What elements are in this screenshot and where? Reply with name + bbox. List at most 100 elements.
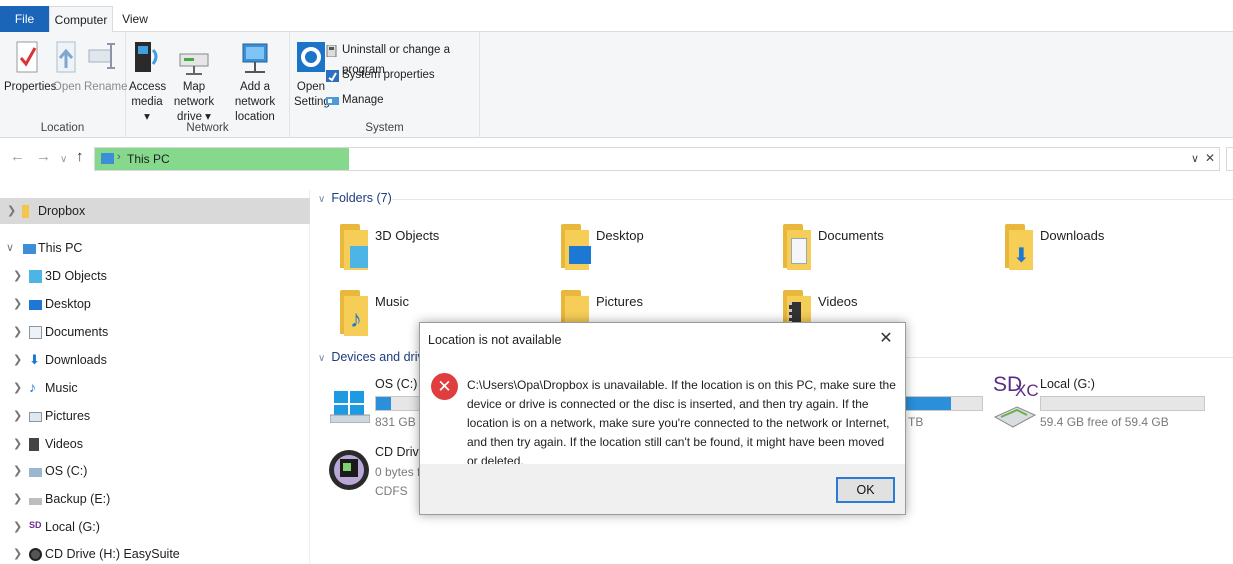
map-network-drive-button[interactable]: Map network drive ▾ (165, 38, 223, 125)
cube-icon (29, 270, 42, 283)
chevron-right-icon[interactable]: ❯ (7, 198, 16, 224)
search-box[interactable] (1226, 147, 1233, 171)
sidebar-item-backup-e[interactable]: ❯ Backup (E:) (0, 486, 310, 512)
backup-free-text: TB (908, 415, 924, 429)
dialog-footer: OK (420, 464, 905, 514)
recent-chevron-icon[interactable]: ∨ (60, 152, 67, 168)
manage-button[interactable]: Manage (326, 90, 384, 110)
manage-icon (326, 94, 339, 106)
chevron-down-icon[interactable]: ∨ (6, 235, 14, 261)
address-dropdown-icon[interactable]: ∨ (1191, 152, 1199, 165)
sdcard-icon: SD (29, 520, 42, 530)
add-network-location-button[interactable]: Add a network location (223, 38, 287, 125)
access-media-button[interactable]: Access media ▾ (129, 38, 166, 125)
folder-icon (779, 222, 815, 270)
sidebar-item-pictures[interactable]: ❯ Pictures (0, 403, 310, 429)
folder-desktop[interactable]: Desktop (557, 222, 767, 278)
open-settings-button[interactable]: Open Settings (294, 38, 336, 110)
address-clear-icon[interactable]: ✕ (1205, 151, 1215, 165)
folder-3d-objects[interactable]: 3D Objects (336, 222, 546, 278)
chevron-down-icon: ∨ (318, 194, 326, 205)
open-button[interactable]: Open (52, 38, 82, 95)
breadcrumb-chevron-icon[interactable]: › (117, 151, 121, 163)
chevron-right-icon[interactable]: ❯ (13, 541, 22, 564)
folder-icon (336, 222, 372, 270)
cd-drive-icon (329, 450, 369, 490)
pc-icon (101, 153, 114, 164)
forward-arrow-icon[interactable]: → (36, 149, 51, 165)
chevron-right-icon[interactable]: ❯ (13, 319, 22, 345)
sidebar-item-this-pc[interactable]: ∨ This PC (0, 235, 310, 261)
group-label-system: System (365, 122, 404, 134)
group-label-network: Network (186, 122, 229, 134)
chevron-right-icon[interactable]: ❯ (13, 514, 22, 540)
media-icon (129, 38, 165, 78)
sidebar-item-videos[interactable]: ❯ Videos (0, 431, 310, 457)
chevron-right-icon[interactable]: ❯ (13, 486, 22, 512)
error-dialog: Location is not available ✕ ✕ C:\Users\O… (419, 322, 906, 515)
ok-button[interactable]: OK (836, 477, 895, 503)
drive-icon (29, 468, 42, 477)
system-properties-button[interactable]: System properties (326, 65, 435, 85)
tab-view[interactable]: View (113, 6, 157, 32)
tab-file[interactable]: File (0, 6, 49, 32)
document-icon (29, 326, 42, 339)
open-icon (52, 38, 82, 78)
folder-documents[interactable]: Documents (779, 222, 989, 278)
properties-button[interactable]: Properties (4, 38, 56, 95)
network-location-icon (237, 38, 273, 78)
folder-downloads[interactable]: ⬇ Downloads (1001, 222, 1211, 278)
group-location: Properties Open Rename Location (0, 32, 127, 138)
chevron-right-icon[interactable]: ❯ (13, 263, 22, 289)
storage-bar-fill (906, 397, 951, 410)
folders-section-header[interactable]: ∨ Folders (7) (318, 191, 392, 205)
cd-icon (29, 548, 42, 561)
dialog-title: Location is not available (428, 333, 562, 347)
chevron-right-icon[interactable]: ❯ (13, 431, 22, 457)
sidebar-item-downloads[interactable]: ❯ ⬇ Downloads (0, 347, 310, 373)
storage-bar-backup-e (906, 396, 983, 411)
group-label-location: Location (40, 122, 85, 134)
storage-bar (375, 396, 419, 411)
chevron-right-icon[interactable]: ❯ (13, 347, 22, 373)
uninstall-program-button[interactable]: Uninstall or change a program (326, 40, 479, 76)
group-network: Access media ▾ Map network drive ▾ Add a… (126, 32, 290, 138)
dialog-message: C:\Users\Opa\Dropbox is unavailable. If … (467, 378, 896, 468)
desktop-icon (29, 300, 42, 310)
tab-computer[interactable]: Computer (49, 6, 113, 33)
up-arrow-icon[interactable]: ↑ (76, 149, 84, 165)
system-properties-icon (326, 69, 339, 82)
sidebar-item-cd-drive-h[interactable]: ❯ CD Drive (H:) EasySuite (0, 541, 310, 564)
chevron-right-icon[interactable]: ❯ (13, 291, 22, 317)
chevron-right-icon[interactable]: ❯ (13, 403, 22, 429)
rename-button[interactable]: Rename (84, 38, 127, 95)
folder-icon: ♪ (336, 288, 372, 336)
error-icon: ✕ (431, 373, 458, 400)
drive-icon (29, 498, 42, 505)
close-icon[interactable]: ✕ (875, 329, 897, 349)
chevron-right-icon[interactable]: ❯ (13, 375, 22, 401)
address-path[interactable]: This PC (127, 152, 170, 166)
sidebar-item-desktop[interactable]: ❯ Desktop (0, 291, 310, 317)
ribbon: Properties Open Rename Location Access m… (0, 32, 1233, 138)
sidebar-item-dropbox[interactable]: ❯ Dropbox (0, 198, 310, 224)
storage-bar (1040, 396, 1205, 411)
rename-icon (85, 38, 121, 78)
drive-local-g[interactable]: SD XC Local (G:) 59.4 GB free of 59.4 GB (993, 373, 1233, 437)
back-arrow-icon[interactable]: ← (10, 149, 25, 165)
sidebar-item-music[interactable]: ❯ ♪ Music (0, 375, 310, 401)
sidebar-item-documents[interactable]: ❯ Documents (0, 319, 310, 345)
section-divider (392, 199, 1233, 200)
sidebar-item-local-g[interactable]: ❯ SD Local (G:) (0, 514, 310, 540)
address-bar[interactable]: › This PC ∨ ✕ (94, 147, 1220, 171)
uninstall-icon (326, 44, 339, 58)
chevron-right-icon[interactable]: ❯ (13, 458, 22, 484)
sidebar-item-3d-objects[interactable]: ❯ 3D Objects (0, 263, 310, 289)
pc-icon (23, 244, 36, 254)
storage-bar-fill (376, 397, 391, 410)
windows-drive-icon (330, 391, 370, 423)
ribbon-tabs: File Computer View (0, 0, 1233, 33)
sidebar-item-os-c[interactable]: ❯ OS (C:) (0, 458, 310, 484)
video-icon (29, 438, 39, 451)
download-icon: ⬇ (29, 352, 40, 367)
